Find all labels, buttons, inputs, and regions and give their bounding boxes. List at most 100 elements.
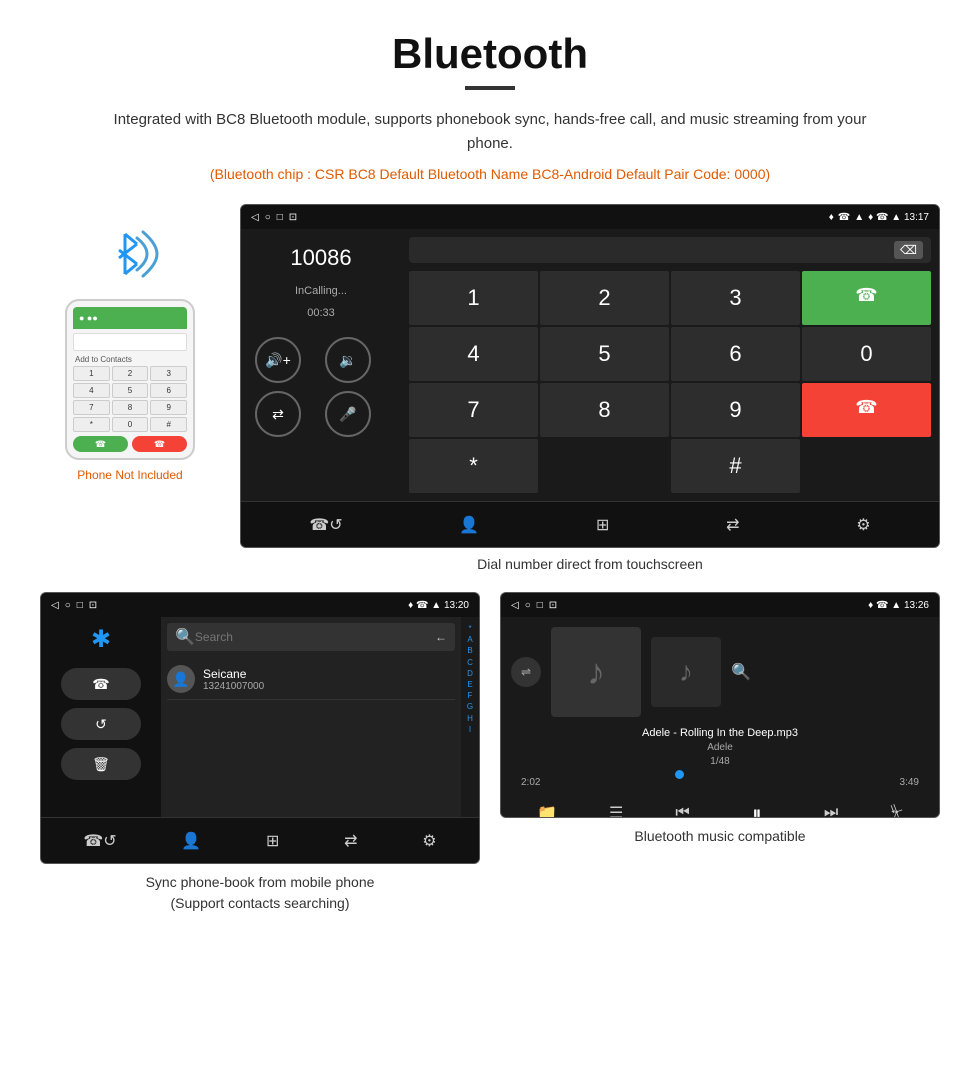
alpha-g: G (467, 701, 473, 712)
key-6[interactable]: 6 (671, 327, 800, 381)
key-7[interactable]: 7 (409, 383, 538, 437)
contact-name: Seicane (203, 667, 264, 681)
key-8[interactable]: 8 (540, 383, 669, 437)
nav-phone-icon[interactable]: ☎↺ (309, 515, 342, 535)
signal-icon: ▲ (854, 212, 864, 223)
volume-up-btn[interactable]: 🔊+ (255, 337, 301, 383)
alpha-c: C (467, 657, 473, 668)
recent-icon-2: □ (77, 600, 83, 611)
contacts-nav-5[interactable]: ⚙ (422, 831, 436, 851)
music-status-right: ♦ ☎ ▲ 13:26 (868, 600, 929, 611)
key-end[interactable]: ☎ (802, 383, 931, 437)
key-5[interactable]: 5 (540, 327, 669, 381)
song-title: Adele - Rolling In the Deep.mp3 (511, 727, 929, 739)
status-icons-right: ♦ ☎ ▲ ♦ ☎ ▲ 13:17 (829, 212, 929, 223)
alpha-star: * (468, 623, 471, 634)
back-icon-2: ◁ (51, 600, 59, 611)
key-star[interactable]: * (409, 439, 538, 493)
alpha-h: H (467, 713, 473, 724)
music-time-row: 2:02 3:49 (511, 777, 929, 788)
contacts-screen: ◁ ○ □ ⊡ ♦ ☎ ▲ 13:20 ✱ ☎ ↺ (40, 592, 480, 864)
phone-not-included-label: Phone Not Included (77, 468, 182, 482)
keypad-grid: 1 2 3 ☎ 4 5 6 0 7 8 9 ☎ (409, 271, 931, 437)
alpha-a: A (467, 634, 472, 645)
contacts-search-bar[interactable]: 🔍 ← (167, 623, 455, 651)
song-artist: Adele (511, 742, 929, 753)
contacts-nav-4[interactable]: ⇄ (344, 831, 357, 851)
nav-settings-icon[interactable]: ⚙ (856, 515, 870, 535)
recent-icon-3: □ (537, 600, 543, 611)
key-0[interactable]: 0 (802, 327, 931, 381)
nav-contacts-icon[interactable]: 👤 (459, 515, 479, 535)
volume-down-btn[interactable]: 🔉 (325, 337, 371, 383)
contacts-main: 🔍 ← 👤 Seicane 13241007000 (161, 617, 479, 817)
refresh-pill[interactable]: ↺ (61, 708, 141, 740)
phone-image-area: ● ●● Add to Contacts 123 456 789 *0# ☎ ☎… (40, 204, 220, 482)
dialer-number: 10086 (290, 245, 351, 271)
bluetooth-chip-info: (Bluetooth chip : CSR BC8 Default Blueto… (40, 166, 940, 182)
contact-avatar: 👤 (167, 665, 195, 693)
nav-transfer-icon[interactable]: ⇄ (726, 515, 739, 535)
backspace-btn[interactable]: ⌫ (894, 241, 923, 259)
equalizer-icon[interactable]: ⏧ (890, 804, 903, 818)
contacts-status-bar: ◁ ○ □ ⊡ ♦ ☎ ▲ 13:20 (41, 593, 479, 617)
music-status-bar: ◁ ○ □ ⊡ ♦ ☎ ▲ 13:26 (501, 593, 939, 617)
folder-icon[interactable]: 📁 (537, 803, 557, 818)
key-9[interactable]: 9 (671, 383, 800, 437)
prev-icon[interactable]: ⏮ (675, 804, 689, 818)
back-icon: ◁ (251, 212, 259, 223)
key-1[interactable]: 1 (409, 271, 538, 325)
music-note-icon: ♪ (587, 651, 605, 693)
alpha-index: * A B C D E F G H I (461, 617, 479, 817)
ss-icon-2: ⊡ (89, 600, 97, 611)
main-screen-section: ● ●● Add to Contacts 123 456 789 *0# ☎ ☎… (40, 204, 940, 572)
shuffle-icon[interactable]: ⇌ (511, 657, 541, 687)
phone-mockup: ● ●● Add to Contacts 123 456 789 *0# ☎ ☎ (65, 299, 195, 460)
music-body: ⇌ ♪ ♪ 🔍 Adele - Rolling (501, 617, 939, 817)
next-icon[interactable]: ⏭ (824, 804, 838, 818)
contacts-caption: Sync phone-book from mobile phone (Suppo… (40, 872, 480, 914)
music-search-icon[interactable]: 🔍 (731, 662, 751, 682)
contacts-bottom-nav: ☎↺ 👤 ⊞ ⇄ ⚙ (41, 817, 479, 863)
contacts-nav-2[interactable]: 👤 (181, 831, 201, 851)
dialer-content: 10086 InCalling... 00:33 🔊+ 🔉 ⇄ 🎤 (241, 229, 939, 501)
dialer-right: ⌫ 1 2 3 ☎ 4 5 6 0 7 8 (401, 229, 939, 501)
call-icon: ☎ (838, 212, 850, 223)
contacts-nav-3[interactable]: ⊞ (266, 831, 279, 851)
contacts-nav-1[interactable]: ☎↺ (83, 831, 116, 851)
contacts-time: ♦ ☎ ▲ 13:20 (408, 600, 469, 611)
alpha-b: B (467, 645, 472, 656)
alpha-i: I (469, 724, 471, 735)
key-3[interactable]: 3 (671, 271, 800, 325)
time-display: ♦ ☎ ▲ 13:17 (868, 212, 929, 223)
playlist-icon[interactable]: ☰ (609, 803, 623, 818)
key-4[interactable]: 4 (409, 327, 538, 381)
nav-keypad-icon[interactable]: ⊞ (596, 515, 609, 535)
key-call[interactable]: ☎ (802, 271, 931, 325)
status-icons-left: ◁ ○ □ ⊡ (251, 212, 297, 223)
call-timer: 00:33 (307, 307, 335, 319)
music-time: ♦ ☎ ▲ 13:26 (868, 600, 929, 611)
android-bottom-nav: ☎↺ 👤 ⊞ ⇄ ⚙ (241, 501, 939, 547)
key-2[interactable]: 2 (540, 271, 669, 325)
mute-btn[interactable]: 🎤 (325, 391, 371, 437)
delete-pill[interactable]: 🗑 (61, 748, 141, 780)
contacts-search-input[interactable] (195, 630, 435, 644)
contact-info: Seicane 13241007000 (203, 667, 264, 692)
key-hash[interactable]: # (671, 439, 800, 493)
play-pause-icon[interactable]: ⏸ (742, 798, 772, 818)
music-caption: Bluetooth music compatible (500, 826, 940, 847)
dialer-input-row: ⌫ (409, 237, 931, 263)
song-track: 1/48 (511, 756, 929, 767)
home-icon-2: ○ (65, 600, 71, 611)
dialer-controls: 🔊+ 🔉 ⇄ 🎤 (255, 337, 387, 437)
gps-icon: ♦ (829, 212, 834, 223)
page-title: Bluetooth (40, 30, 940, 78)
screenshot-icon: ⊡ (289, 212, 297, 223)
music-status-left: ◁ ○ □ ⊡ (511, 600, 557, 611)
contact-item: 👤 Seicane 13241007000 (167, 659, 455, 700)
phone-pill[interactable]: ☎ (61, 668, 141, 700)
transfer-btn[interactable]: ⇄ (255, 391, 301, 437)
bluetooth-symbol: ✱ (91, 625, 111, 654)
time-total: 3:49 (900, 777, 919, 788)
